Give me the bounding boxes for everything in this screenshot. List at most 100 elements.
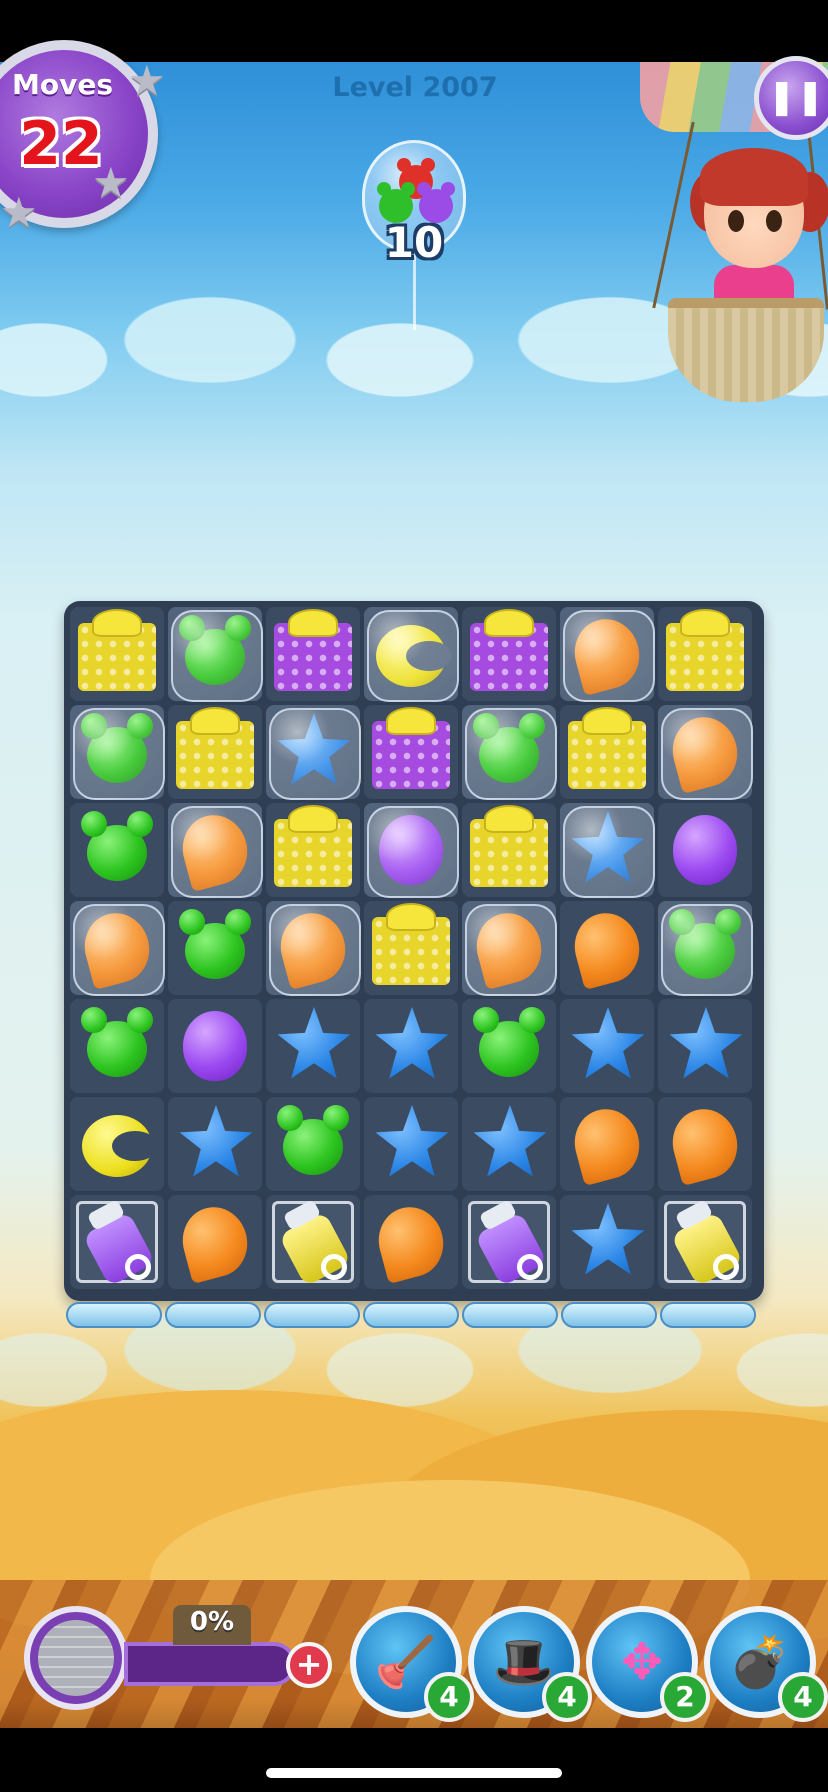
board-cell[interactable] (70, 999, 164, 1093)
board-cell[interactable] (70, 1097, 164, 1191)
board-cell[interactable] (168, 1097, 262, 1191)
gift-bow-icon (92, 609, 142, 637)
girl-eye (728, 210, 744, 232)
booster-count: 4 (542, 1672, 592, 1722)
green-bear-balloon-icon (81, 811, 153, 881)
purple-balloon-icon (673, 815, 737, 885)
board-cell[interactable] (266, 803, 360, 897)
board-cell[interactable] (168, 607, 263, 702)
blue-star-balloon-icon (375, 1007, 449, 1079)
booster-count: 4 (778, 1672, 828, 1722)
yellow-moon-balloon-icon (376, 625, 452, 687)
board-cell[interactable] (658, 705, 753, 800)
board-cell[interactable] (560, 1097, 654, 1191)
board-cell[interactable] (70, 901, 165, 996)
board-cell[interactable] (462, 999, 556, 1093)
gift-bow-icon (288, 609, 338, 637)
collector-pad (660, 1302, 756, 1328)
green-bear-balloon-icon (473, 1007, 545, 1077)
board-cell[interactable] (168, 999, 262, 1093)
green-bear-balloon-icon (81, 713, 153, 783)
board-cell[interactable] (266, 1097, 360, 1191)
board-cell[interactable] (560, 901, 654, 995)
board-cell[interactable] (364, 607, 459, 702)
pause-button[interactable]: ❚❚ (754, 56, 828, 140)
board-cell[interactable] (462, 803, 556, 897)
booster-count: 4 (424, 1672, 474, 1722)
star-icon: ★ (0, 188, 38, 237)
board-cell[interactable] (266, 607, 360, 701)
progress-bar (124, 1642, 296, 1686)
board-cell[interactable] (462, 1195, 556, 1289)
board-cell[interactable] (364, 999, 458, 1093)
board-cell[interactable] (462, 1097, 556, 1191)
board-cell[interactable] (658, 999, 752, 1093)
gift-bow-icon (386, 903, 436, 931)
board-cell[interactable] (266, 1195, 360, 1289)
board-cell[interactable] (364, 901, 458, 995)
orange-balloon-icon (567, 611, 647, 697)
collector-pads (64, 1302, 764, 1330)
gift-bow-icon (386, 707, 436, 735)
orange-balloon-icon (567, 1101, 647, 1187)
board-cell[interactable] (658, 901, 753, 996)
board-cell[interactable] (168, 705, 262, 799)
canister-ring (713, 1254, 739, 1280)
board-cell[interactable] (364, 1195, 458, 1289)
board-cell[interactable] (266, 901, 361, 996)
orange-balloon-icon (77, 905, 157, 991)
orange-balloon-icon (665, 1101, 745, 1187)
blue-star-balloon-icon (571, 1203, 645, 1275)
orange-balloon-icon (567, 905, 647, 991)
board-cell[interactable] (70, 1195, 164, 1289)
board-cell[interactable] (70, 705, 165, 800)
collector-pad (264, 1302, 360, 1328)
board-cell[interactable] (266, 705, 361, 800)
blue-star-balloon-icon (571, 1007, 645, 1079)
board-cell[interactable] (168, 803, 263, 898)
board-cell[interactable] (658, 607, 752, 701)
board-cell[interactable] (364, 803, 459, 898)
green-bear-balloon-icon (179, 615, 251, 685)
board-cell[interactable] (658, 1195, 752, 1289)
board-cell[interactable] (462, 901, 557, 996)
orange-balloon-icon (371, 1199, 451, 1285)
board-cell[interactable] (70, 803, 164, 897)
board-cell[interactable] (70, 607, 164, 701)
bottom-bar (0, 1728, 828, 1792)
board-cell[interactable] (462, 607, 556, 701)
gift-bow-icon (582, 707, 632, 735)
canister-ring (125, 1254, 151, 1280)
gift-bow-icon (190, 707, 240, 735)
board-cell[interactable] (462, 705, 557, 800)
blue-star-balloon-icon (571, 811, 645, 883)
blue-star-balloon-icon (669, 1007, 743, 1079)
board-cell[interactable] (560, 705, 654, 799)
gift-bow-icon (288, 805, 338, 833)
collector-pad (561, 1302, 657, 1328)
game-screen: ★ ★ ★ Moves 22 Level 2007 10 ❚❚ 0% + 🪠 4… (0, 0, 828, 1792)
board-cell[interactable] (560, 1195, 654, 1289)
board-cell[interactable] (658, 803, 752, 897)
purple-balloon-icon (183, 1011, 247, 1081)
board-cell[interactable] (560, 607, 655, 702)
blue-star-balloon-icon (179, 1105, 253, 1177)
disco-ball-button[interactable] (24, 1606, 128, 1710)
board-cell[interactable] (560, 999, 654, 1093)
board-cell[interactable] (168, 901, 262, 995)
board-cell[interactable] (364, 705, 458, 799)
board-cell[interactable] (658, 1097, 752, 1191)
home-indicator[interactable] (266, 1768, 562, 1778)
gift-bow-icon (680, 609, 730, 637)
board-cell[interactable] (266, 999, 360, 1093)
board-cell[interactable] (168, 1195, 262, 1289)
status-bar (0, 0, 828, 62)
canister-ring (321, 1254, 347, 1280)
board-cell[interactable] (560, 803, 655, 898)
add-button[interactable]: + (286, 1642, 332, 1688)
collector-pad (462, 1302, 558, 1328)
blue-star-balloon-icon (375, 1105, 449, 1177)
board-cell[interactable] (364, 1097, 458, 1191)
canister-yellow-icon (272, 1199, 354, 1287)
collector-pad (165, 1302, 261, 1328)
